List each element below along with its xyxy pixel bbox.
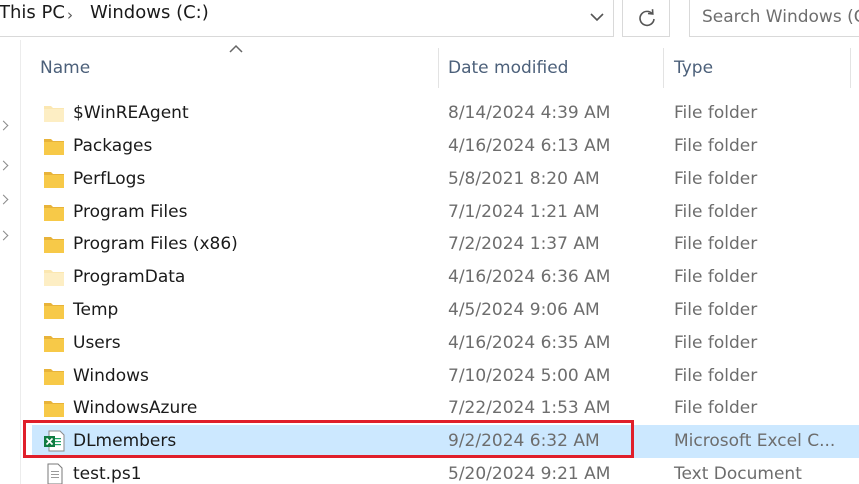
- file-type: File folder: [674, 333, 758, 353]
- column-header-type[interactable]: Type: [674, 46, 713, 90]
- nav-item-fragment[interactable]: :: [0, 403, 1, 422]
- file-name[interactable]: WindowsAzure: [73, 392, 197, 425]
- file-name[interactable]: Packages: [73, 130, 152, 163]
- chevron-right-icon[interactable]: [0, 160, 9, 171]
- file-name[interactable]: PerfLogs: [73, 163, 145, 196]
- file-row[interactable]: ProgramData 4/16/2024 6:36 AM File folde…: [32, 261, 859, 294]
- folder-icon: [44, 369, 64, 385]
- file-date-modified: 7/1/2024 1:21 AM: [448, 202, 600, 222]
- column-divider[interactable]: [438, 48, 439, 88]
- file-type: File folder: [674, 202, 758, 222]
- file-type: File folder: [674, 169, 758, 189]
- file-date-modified: 7/22/2024 1:53 AM: [448, 398, 611, 418]
- search-input[interactable]: [702, 5, 859, 29]
- refresh-icon: [639, 9, 655, 27]
- file-type: File folder: [674, 103, 758, 123]
- column-divider[interactable]: [663, 48, 664, 88]
- file-name[interactable]: DLmembers: [73, 425, 176, 458]
- chevron-right-icon[interactable]: [0, 120, 9, 131]
- breadcrumb-this-pc[interactable]: This PC: [0, 2, 65, 23]
- file-name[interactable]: Program Files (x86): [73, 228, 238, 261]
- text-file-icon: [47, 463, 63, 484]
- refresh-button[interactable]: [622, 0, 670, 37]
- file-date-modified: 4/16/2024 6:35 AM: [448, 333, 611, 353]
- file-name[interactable]: ProgramData: [73, 261, 185, 294]
- file-name[interactable]: $WinREAgent: [73, 97, 189, 130]
- file-row[interactable]: Windows 7/10/2024 5:00 AM File folder: [32, 360, 859, 393]
- address-bar[interactable]: This PC › Windows (C:): [0, 0, 614, 37]
- file-row[interactable]: $WinREAgent 8/14/2024 4:39 AM File folde…: [32, 97, 859, 130]
- chevron-right-icon[interactable]: [0, 194, 9, 205]
- file-name[interactable]: Temp: [73, 294, 118, 327]
- file-row[interactable]: test.ps1 5/20/2024 9:21 AM Text Document: [32, 458, 859, 484]
- file-date-modified: 5/20/2024 9:21 AM: [448, 464, 611, 484]
- breadcrumb-separator[interactable]: ›: [67, 6, 73, 24]
- file-row[interactable]: Users 4/16/2024 6:35 AM File folder: [32, 327, 859, 360]
- column-header-name[interactable]: Name: [40, 46, 90, 90]
- file-row[interactable]: PerfLogs 5/8/2021 8:20 AM File folder: [32, 163, 859, 196]
- file-row-selected[interactable]: DLmembers 9/2/2024 6:32 AM Microsoft Exc…: [32, 425, 859, 458]
- file-type: File folder: [674, 300, 758, 320]
- file-row[interactable]: Temp 4/5/2024 9:06 AM File folder: [32, 294, 859, 327]
- file-row[interactable]: Program Files 7/1/2024 1:21 AM File fold…: [32, 196, 859, 229]
- folder-icon: [44, 205, 64, 221]
- folder-icon: [44, 172, 64, 188]
- folder-icon: [44, 139, 64, 155]
- file-type: Text Document: [674, 464, 802, 484]
- file-type: File folder: [674, 136, 758, 156]
- file-explorer-window: This PC › Windows (C:) : : Name Date mod…: [0, 0, 859, 484]
- file-row[interactable]: Program Files (x86) 7/2/2024 1:37 AM Fil…: [32, 228, 859, 261]
- file-date-modified: 5/8/2021 8:20 AM: [448, 169, 600, 189]
- nav-item-fragment[interactable]: :: [0, 443, 1, 462]
- file-type: Microsoft Excel C...: [674, 431, 836, 451]
- navigation-pane: : :: [0, 40, 12, 484]
- excel-csv-icon: [44, 430, 65, 452]
- file-date-modified: 4/16/2024 6:13 AM: [448, 136, 611, 156]
- file-name[interactable]: Windows: [73, 360, 149, 393]
- file-name[interactable]: Program Files: [73, 196, 187, 229]
- file-type: File folder: [674, 398, 758, 418]
- chevron-down-icon[interactable]: [585, 5, 609, 29]
- file-date-modified: 8/14/2024 4:39 AM: [448, 103, 611, 123]
- folder-icon: [44, 401, 64, 417]
- chevron-right-icon[interactable]: [0, 230, 9, 241]
- file-date-modified: 7/10/2024 5:00 AM: [448, 366, 611, 386]
- breadcrumb-windows-c[interactable]: Windows (C:): [90, 2, 209, 23]
- folder-icon: [44, 106, 64, 122]
- file-type: File folder: [674, 366, 758, 386]
- search-box[interactable]: [689, 0, 859, 37]
- file-date-modified: 7/2/2024 1:37 AM: [448, 234, 600, 254]
- folder-icon: [44, 336, 64, 352]
- file-date-modified: 9/2/2024 6:32 AM: [448, 431, 600, 451]
- file-date-modified: 4/5/2024 9:06 AM: [448, 300, 600, 320]
- folder-icon: [44, 303, 64, 319]
- file-type: File folder: [674, 267, 758, 287]
- folder-icon: [44, 270, 64, 286]
- column-header-date-modified[interactable]: Date modified: [448, 46, 568, 90]
- file-type: File folder: [674, 234, 758, 254]
- file-date-modified: 4/16/2024 6:36 AM: [448, 267, 611, 287]
- folder-icon: [44, 237, 64, 253]
- file-name[interactable]: test.ps1: [73, 458, 142, 484]
- file-name[interactable]: Users: [73, 327, 121, 360]
- column-divider[interactable]: [850, 48, 851, 88]
- file-row[interactable]: WindowsAzure 7/22/2024 1:53 AM File fold…: [32, 392, 859, 425]
- file-row[interactable]: Packages 4/16/2024 6:13 AM File folder: [32, 130, 859, 163]
- sort-ascending-icon: [229, 44, 243, 53]
- pane-divider[interactable]: [20, 40, 21, 484]
